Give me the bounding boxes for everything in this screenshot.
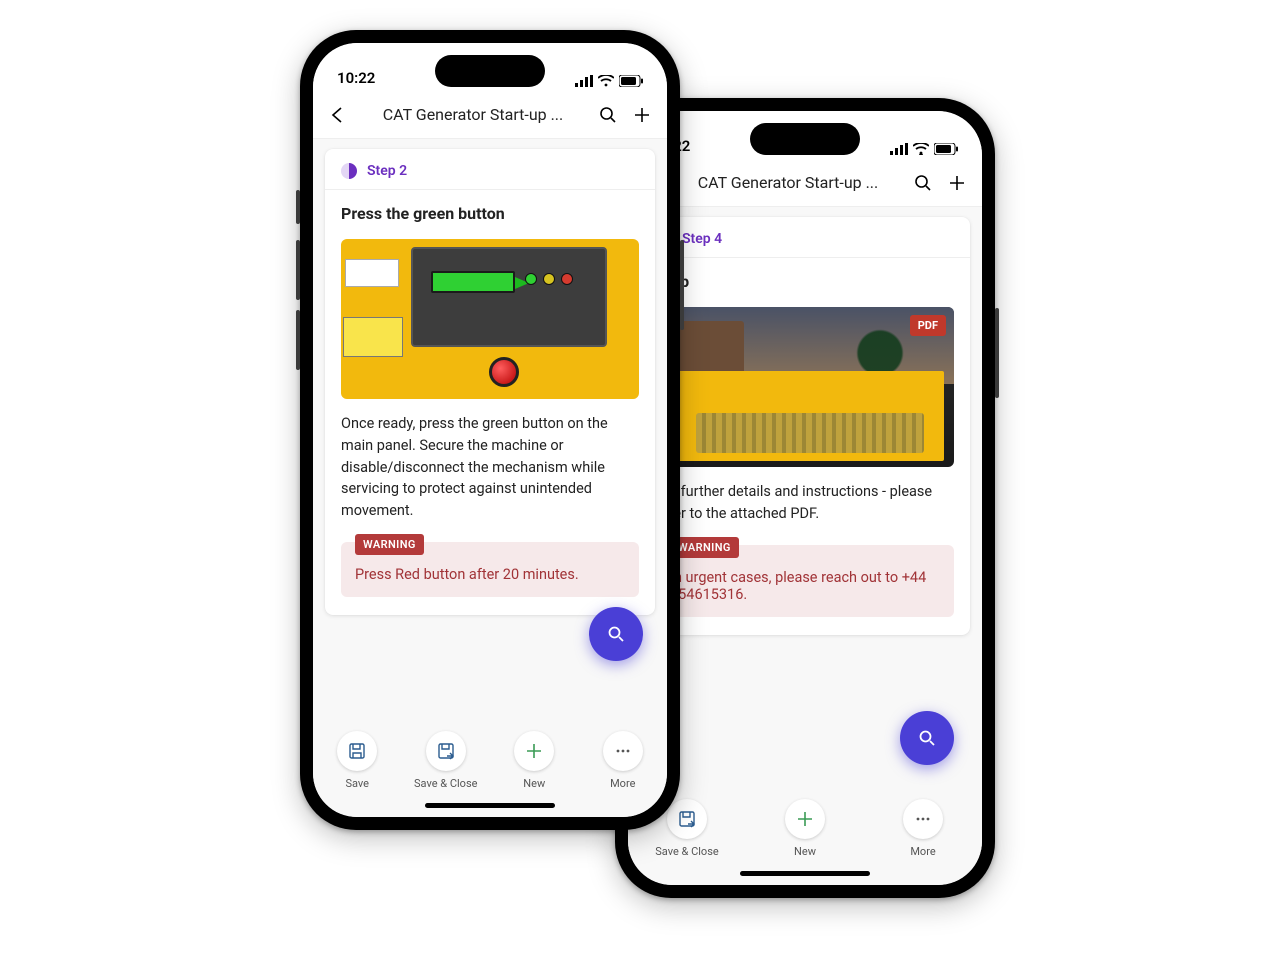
save-close-icon <box>678 810 696 828</box>
battery-icon <box>619 75 643 87</box>
step-progress-icon <box>341 163 357 179</box>
search-button[interactable] <box>910 170 936 196</box>
notch <box>435 55 545 87</box>
more-icon <box>614 742 632 760</box>
step-body: Once ready, press the green button on th… <box>325 399 655 532</box>
home-indicator[interactable] <box>425 803 555 808</box>
tab-new[interactable]: New <box>494 731 574 790</box>
plus-icon <box>525 742 543 760</box>
save-icon <box>348 742 366 760</box>
step-label: Step 4 <box>682 231 722 247</box>
wifi-icon <box>598 75 614 87</box>
fab-search[interactable] <box>900 711 954 765</box>
add-button[interactable] <box>629 102 655 128</box>
warning-tag: WARNING <box>670 537 739 558</box>
page-title: CAT Generator Start-up ... <box>674 173 902 192</box>
status-time: 10:22 <box>337 69 375 87</box>
warning-text: In urgent cases, please reach out to +44… <box>670 569 926 603</box>
step-card: Step 2 Press the green button <box>325 149 655 615</box>
step-title: Help <box>640 258 970 301</box>
warning-box: WARNING Press Red button after 20 minute… <box>341 542 639 597</box>
step-label: Step 2 <box>367 163 407 179</box>
nav-bar: CAT Generator Start-up ... <box>313 91 667 139</box>
warning-box: WARNING In urgent cases, please reach ou… <box>656 545 954 617</box>
phone-front: 10:22 CAT Generator Start-up ... <box>300 30 680 830</box>
nav-bar: CAT Generator Start-up ... <box>628 159 982 207</box>
cellular-icon <box>890 143 908 155</box>
step-image[interactable] <box>341 239 639 399</box>
battery-icon <box>934 143 958 155</box>
step-title: Press the green button <box>325 190 655 233</box>
more-icon <box>914 810 932 828</box>
warning-tag: WARNING <box>355 534 424 555</box>
warning-text: Press Red button after 20 minutes. <box>355 566 579 583</box>
notch <box>750 123 860 155</box>
fab-search[interactable] <box>589 607 643 661</box>
step-card: Step 4 Help PDF For further details and … <box>640 217 970 635</box>
page-title: CAT Generator Start-up ... <box>359 105 587 124</box>
tab-save-close[interactable]: Save & Close <box>406 731 486 790</box>
plus-icon <box>796 810 814 828</box>
add-button[interactable] <box>944 170 970 196</box>
cellular-icon <box>575 75 593 87</box>
wifi-icon <box>913 143 929 155</box>
home-indicator[interactable] <box>740 871 870 876</box>
pdf-badge: PDF <box>910 315 946 336</box>
tab-more[interactable]: More <box>583 731 663 790</box>
tab-new[interactable]: New <box>765 799 845 858</box>
back-button[interactable] <box>325 102 351 128</box>
search-button[interactable] <box>595 102 621 128</box>
tab-save[interactable]: Save <box>317 731 397 790</box>
tab-more[interactable]: More <box>883 799 963 858</box>
step-body: For further details and instructions - p… <box>640 467 970 535</box>
save-close-icon <box>437 742 455 760</box>
step-image[interactable]: PDF <box>656 307 954 467</box>
